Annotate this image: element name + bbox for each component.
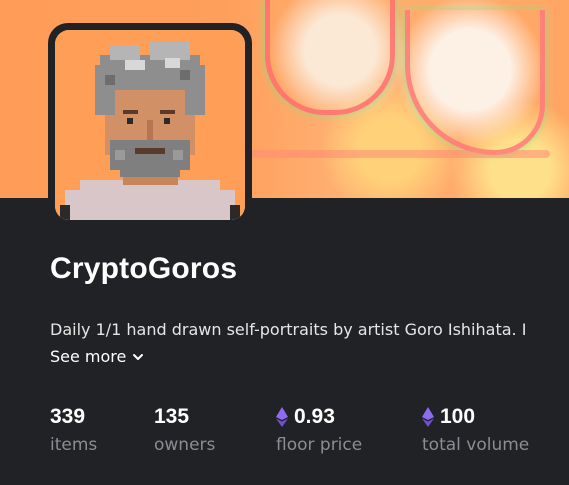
see-more-button[interactable]: See more	[50, 347, 144, 366]
ethereum-icon	[276, 407, 288, 427]
stat-items-value: 339	[50, 405, 86, 428]
stat-owners-value: 135	[154, 405, 190, 428]
stat-floor-price-value: 0.93	[294, 405, 335, 428]
stat-total-volume[interactable]: 100 total volume	[422, 405, 529, 455]
stat-items-label: items	[50, 435, 98, 455]
see-more-label: See more	[50, 347, 127, 366]
ethereum-icon	[422, 407, 434, 427]
chevron-down-icon	[133, 353, 144, 360]
stat-total-volume-label: total volume	[422, 435, 530, 455]
collection-description: Daily 1/1 hand drawn self-portraits by a…	[50, 320, 527, 339]
stat-floor-price-label: floor price	[276, 435, 363, 455]
stat-floor-price[interactable]: 0.93 floor price	[276, 405, 362, 455]
stat-owners-label: owners	[154, 435, 216, 455]
collection-title: CryptoGoros	[50, 252, 238, 285]
stat-total-volume-value: 100	[440, 405, 476, 428]
stat-owners[interactable]: 135 owners	[154, 405, 215, 455]
stat-items[interactable]: 339 items	[50, 405, 97, 455]
collection-avatar	[48, 23, 252, 227]
